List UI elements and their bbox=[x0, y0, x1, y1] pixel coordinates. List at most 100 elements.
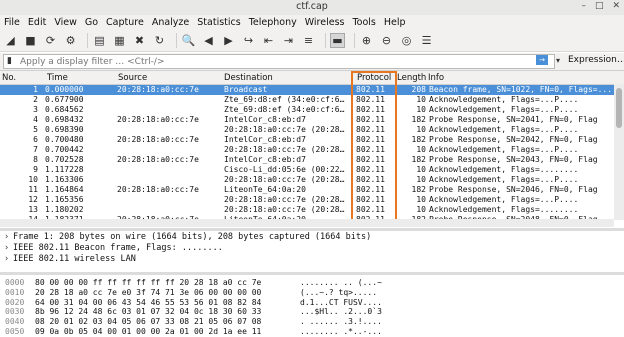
menu-view[interactable]: View bbox=[54, 17, 77, 28]
cell-no: 5 bbox=[33, 125, 38, 134]
hex-ascii: ........ .*..-... bbox=[300, 326, 382, 336]
packet-row[interactable]: 6 0.700480 20:28:18:a0:cc:7e IntelCor_c8:eb… bbox=[0, 135, 624, 145]
autoscroll-icon[interactable]: ≡ bbox=[301, 33, 316, 48]
packet-row[interactable]: 9 1.117228 Cisco-Li_dd:05:6e (00:22… 802.11… bbox=[0, 165, 624, 175]
packet-list-scrollbar[interactable] bbox=[614, 84, 624, 220]
hex-ascii: ...$Hl.. .2...0`3 bbox=[300, 307, 382, 317]
find-icon[interactable]: 🔍 bbox=[181, 33, 196, 48]
options-icon[interactable]: ⚙ bbox=[63, 33, 78, 48]
packet-row[interactable]: 11 1.164864 20:28:18:a0:cc:7e LiteonTe_64:0… bbox=[0, 185, 624, 195]
save-icon[interactable]: ▦ bbox=[112, 33, 127, 48]
hex-bytes: 80 00 00 00 ff ff ff ff ff ff 20 28 18 a… bbox=[35, 278, 262, 287]
hex-row[interactable]: 0030 8b 96 12 24 48 6c 03 01 07 32 04 0c … bbox=[0, 307, 624, 317]
cell-protocol: 802.11 bbox=[356, 135, 385, 144]
first-icon[interactable]: ⇤ bbox=[261, 33, 276, 48]
cell-no: 4 bbox=[33, 115, 38, 124]
zoom-reset-icon[interactable]: ◎ bbox=[399, 33, 414, 48]
goto-icon[interactable]: ↪ bbox=[241, 33, 256, 48]
menu-go[interactable]: Go bbox=[85, 17, 98, 28]
zoom-out-icon[interactable]: ⊖ bbox=[379, 33, 394, 48]
resize-columns-icon[interactable]: ☰ bbox=[419, 33, 434, 48]
cell-info: Acknowledgement, Flags=...P.... bbox=[429, 195, 579, 204]
close-window-icon[interactable]: ✕ bbox=[612, 1, 620, 11]
hex-row[interactable]: 0000 80 00 00 00 ff ff ff ff ff ff 20 28 … bbox=[0, 278, 624, 288]
packet-row[interactable]: 10 1.163306 20:28:18:a0:cc:7e (20:28… 802.1… bbox=[0, 175, 624, 185]
col-info-header[interactable]: Info bbox=[428, 73, 444, 83]
pane-divider[interactable] bbox=[0, 228, 624, 231]
last-icon[interactable]: ⇥ bbox=[281, 33, 296, 48]
forward-icon[interactable]: ▶ bbox=[221, 33, 236, 48]
cell-info: Acknowledgement, Flags=........ bbox=[429, 165, 579, 174]
filter-dropdown-icon[interactable]: ▾ bbox=[556, 56, 560, 65]
menu-wireless[interactable]: Wireless bbox=[305, 17, 345, 28]
restart-icon[interactable]: ⟳ bbox=[43, 33, 58, 48]
stop-icon[interactable]: ■ bbox=[23, 33, 38, 48]
hex-row[interactable]: 0050 09 0a 0b 05 04 00 01 00 00 2a 01 00 … bbox=[0, 327, 624, 337]
packet-row[interactable]: 1 0.000000 20:28:18:a0:cc:7e Broadcast 802.1… bbox=[0, 85, 624, 95]
maximize-icon[interactable]: □ bbox=[595, 1, 604, 11]
scrollbar-thumb[interactable] bbox=[616, 88, 622, 128]
open-icon[interactable]: ▤ bbox=[92, 33, 107, 48]
packet-row[interactable]: 8 0.702528 20:28:18:a0:cc:7e IntelCor_c8:eb… bbox=[0, 155, 624, 165]
menu-capture[interactable]: Capture bbox=[106, 17, 144, 28]
menu-analyze[interactable]: Analyze bbox=[152, 17, 189, 28]
menu-help[interactable]: Help bbox=[384, 17, 406, 28]
back-icon[interactable]: ◀ bbox=[201, 33, 216, 48]
packet-row[interactable]: 13 1.180202 20:28:18:a0:cc:7e (20:28… 802.1… bbox=[0, 205, 624, 215]
colorize-icon[interactable]: ▬ bbox=[330, 33, 345, 48]
col-time-header[interactable]: Time bbox=[47, 73, 68, 83]
apply-filter-icon[interactable]: → bbox=[536, 55, 548, 65]
menu-tools[interactable]: Tools bbox=[352, 17, 375, 28]
detail-frame[interactable]: › Frame 1: 208 bytes on wire (1664 bits),… bbox=[0, 232, 624, 243]
packet-row[interactable]: 7 0.700442 20:28:18:a0:cc:7e (20:28… 802.11… bbox=[0, 145, 624, 155]
display-filter-input[interactable] bbox=[20, 56, 520, 67]
hex-row[interactable]: 0020 64 00 31 04 00 06 43 54 46 55 53 56 … bbox=[0, 298, 624, 308]
cell-time: 1.117228 bbox=[45, 165, 84, 174]
col-no-header[interactable]: No. bbox=[2, 73, 16, 83]
expression-button[interactable]: Expression… bbox=[568, 55, 624, 65]
cell-no: 12 bbox=[28, 195, 38, 204]
menu-telephony[interactable]: Telephony bbox=[249, 17, 297, 28]
close-icon[interactable]: ✖ bbox=[132, 33, 147, 48]
detail-wlan[interactable]: › IEEE 802.11 wireless LAN bbox=[0, 254, 624, 265]
menu-statistics[interactable]: Statistics bbox=[197, 17, 240, 28]
reload-icon[interactable]: ↻ bbox=[152, 33, 167, 48]
expand-arrow-icon[interactable]: › bbox=[4, 254, 13, 265]
cell-info: Acknowledgement, Flags=...P.... bbox=[429, 125, 579, 134]
packet-row[interactable]: 4 0.698432 20:28:18:a0:cc:7e IntelCor_c8:eb… bbox=[0, 115, 624, 125]
cell-protocol: 802.11 bbox=[356, 105, 385, 114]
menu-file[interactable]: File bbox=[4, 17, 20, 28]
hex-offset: 0050 bbox=[5, 326, 25, 336]
cell-source: 20:28:18:a0:cc:7e bbox=[117, 135, 199, 144]
cell-length: 10 bbox=[416, 165, 426, 174]
col-length-header[interactable]: Length bbox=[397, 73, 426, 83]
col-destination-header[interactable]: Destination bbox=[224, 73, 273, 83]
pane-divider[interactable] bbox=[0, 272, 624, 275]
cell-length: 10 bbox=[416, 205, 426, 214]
cell-info: Acknowledgement, Flags=...P.... bbox=[429, 175, 579, 184]
menu-edit[interactable]: Edit bbox=[28, 17, 46, 28]
cell-length: 182 bbox=[411, 115, 426, 124]
expand-arrow-icon[interactable]: › bbox=[4, 243, 13, 254]
packet-row[interactable]: 3 0.684562 Zte_69:d8:ef (34:e0:cf:6… 802.11… bbox=[0, 105, 624, 115]
packet-row[interactable]: 12 1.165356 20:28:18:a0:cc:7e (20:28… 802.1… bbox=[0, 195, 624, 205]
hex-row[interactable]: 0010 20 28 18 a0 cc 7e e0 3f 74 71 3e 06 … bbox=[0, 288, 624, 298]
shark-fin-icon[interactable]: ◢ bbox=[3, 33, 18, 48]
packet-row[interactable]: 5 0.698390 20:28:18:a0:cc:7e (20:28… 802.11… bbox=[0, 125, 624, 135]
cell-destination: 20:28:18:a0:cc:7e (20:28… bbox=[224, 205, 345, 214]
bookmark-icon[interactable]: ▮ bbox=[7, 56, 17, 67]
toolbar-separator bbox=[87, 33, 88, 48]
cell-no: 13 bbox=[28, 205, 38, 214]
col-protocol-header[interactable]: Protocol bbox=[357, 73, 391, 83]
packet-list-hscrollbar[interactable] bbox=[0, 219, 614, 227]
display-filter[interactable]: ▮ bbox=[3, 54, 555, 69]
hex-row[interactable]: 0040 08 20 01 02 03 04 05 06 07 33 08 21 … bbox=[0, 317, 624, 327]
col-source-header[interactable]: Source bbox=[118, 73, 147, 83]
expand-arrow-icon[interactable]: › bbox=[4, 232, 13, 243]
zoom-in-icon[interactable]: ⊕ bbox=[359, 33, 374, 48]
detail-beacon[interactable]: › IEEE 802.11 Beacon frame, Flags: ......… bbox=[0, 243, 624, 254]
cell-length: 10 bbox=[416, 125, 426, 134]
minimize-icon[interactable]: – bbox=[581, 1, 586, 11]
packet-row[interactable]: 2 0.677900 Zte_69:d8:ef (34:e0:cf:6… 802.11… bbox=[0, 95, 624, 105]
cell-time: 1.180202 bbox=[45, 205, 84, 214]
